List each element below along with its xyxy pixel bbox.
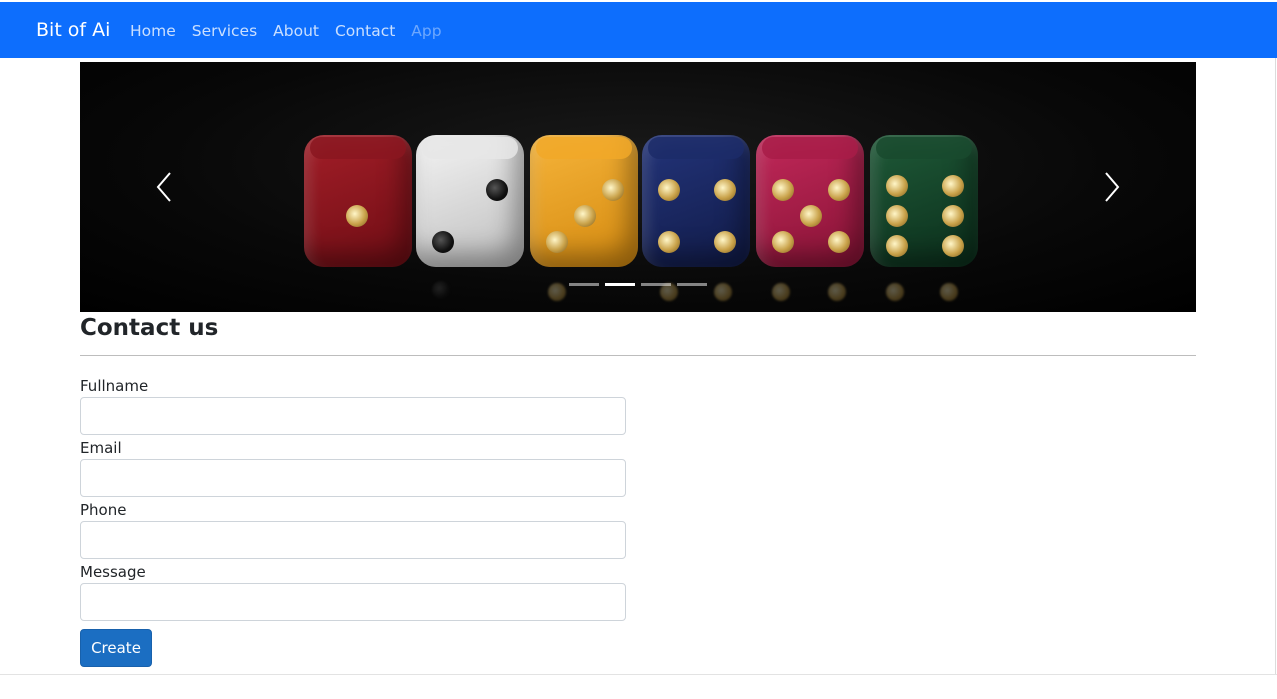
email-input[interactable] — [80, 459, 626, 497]
dice-image — [304, 135, 984, 275]
navbar: Bit of Ai Home Services About Contact Ap… — [0, 2, 1277, 58]
carousel-indicator[interactable] — [641, 283, 671, 286]
nav-link-services[interactable]: Services — [192, 20, 257, 42]
fullname-input[interactable] — [80, 397, 626, 435]
carousel-prev-button[interactable] — [150, 170, 180, 204]
nav-links: Home Services About Contact App — [130, 20, 458, 42]
footer-divider — [0, 674, 1277, 675]
carousel-indicator-active[interactable] — [605, 283, 635, 286]
carousel-next-button[interactable] — [1096, 170, 1126, 204]
nav-link-app: App — [411, 22, 442, 40]
email-label: Email — [80, 439, 122, 457]
chevron-right-icon — [1105, 172, 1120, 202]
page-title: Contact us — [80, 315, 219, 341]
divider — [80, 355, 1196, 356]
chevron-left-icon — [156, 172, 171, 202]
phone-label: Phone — [80, 501, 127, 519]
image-carousel[interactable] — [80, 62, 1196, 312]
phone-input[interactable] — [80, 521, 626, 559]
nav-link-home[interactable]: Home — [130, 20, 176, 42]
carousel-indicators — [569, 283, 713, 286]
message-input[interactable] — [80, 583, 626, 621]
fullname-label: Fullname — [80, 377, 149, 395]
nav-link-contact[interactable]: Contact — [335, 20, 395, 42]
message-label: Message — [80, 563, 146, 581]
create-button[interactable]: Create — [80, 629, 152, 667]
carousel-indicator[interactable] — [569, 283, 599, 286]
dice-reflection — [304, 275, 984, 312]
carousel-indicator[interactable] — [677, 283, 707, 286]
nav-link-about[interactable]: About — [273, 20, 319, 42]
page-right-border — [1275, 58, 1276, 675]
brand-link[interactable]: Bit of Ai — [36, 18, 110, 42]
